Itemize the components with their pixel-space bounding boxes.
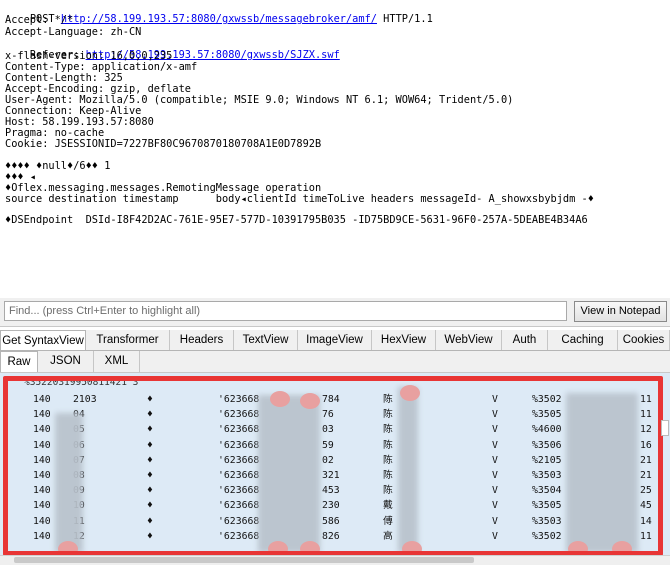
tab-imageview[interactable]: ImageView	[298, 330, 372, 350]
amf-body-line: ♦DSEndpoint DSId-I8F42D2AC-761E-95E7-577…	[5, 214, 588, 226]
tab-get-syntaxview[interactable]: Get SyntaxView	[0, 330, 86, 350]
header-cookie: Cookie: JSESSIONID=7227BF80C967087018070…	[5, 138, 322, 150]
request-line: POST http://58.199.193.57:8080/gxwssb/me…	[5, 3, 433, 25]
header-referer: Referer: http://58.199.193.57:8080/gxwss…	[5, 39, 340, 61]
find-bar: View in Notepad	[0, 298, 670, 327]
highlight-frame	[3, 376, 663, 556]
tab-textview[interactable]: TextView	[234, 330, 298, 350]
tab-webview[interactable]: WebView	[436, 330, 502, 350]
subtab-json[interactable]: JSON	[38, 351, 94, 372]
view-in-notepad-button[interactable]: View in Notepad	[574, 301, 667, 322]
request-protocol: HTTP/1.1	[376, 13, 433, 25]
tab-auth[interactable]: Auth	[502, 330, 548, 350]
tab-headers[interactable]: Headers	[170, 330, 234, 350]
request-raw-view[interactable]: POST http://58.199.193.57:8080/gxwssb/me…	[0, 0, 670, 299]
tab-caching[interactable]: Caching	[548, 330, 618, 350]
tab-transformer[interactable]: Transformer	[86, 330, 170, 350]
subtab-xml[interactable]: XML	[94, 351, 140, 372]
tab-cookies[interactable]: Cookies	[618, 330, 670, 350]
header-accept-language: Accept-Language: zh-CN	[5, 26, 142, 38]
horizontal-scrollbar-thumb[interactable]	[14, 557, 474, 563]
tab-hexview[interactable]: HexView	[372, 330, 436, 350]
amf-body-line: source destination timestamp body◂client…	[5, 193, 594, 205]
header-accept: Accept: */*	[5, 14, 74, 26]
response-inspector-tabs: Get SyntaxView Transformer Headers TextV…	[0, 330, 670, 351]
format-subtabs: Raw JSON XML	[0, 351, 670, 373]
request-url-link[interactable]: http://58.199.193.57:8080/gxwssb/message…	[61, 13, 377, 25]
vertical-scrollbar-thumb[interactable]	[661, 420, 669, 436]
find-input[interactable]	[4, 301, 567, 321]
subtab-raw[interactable]: Raw	[0, 351, 38, 372]
